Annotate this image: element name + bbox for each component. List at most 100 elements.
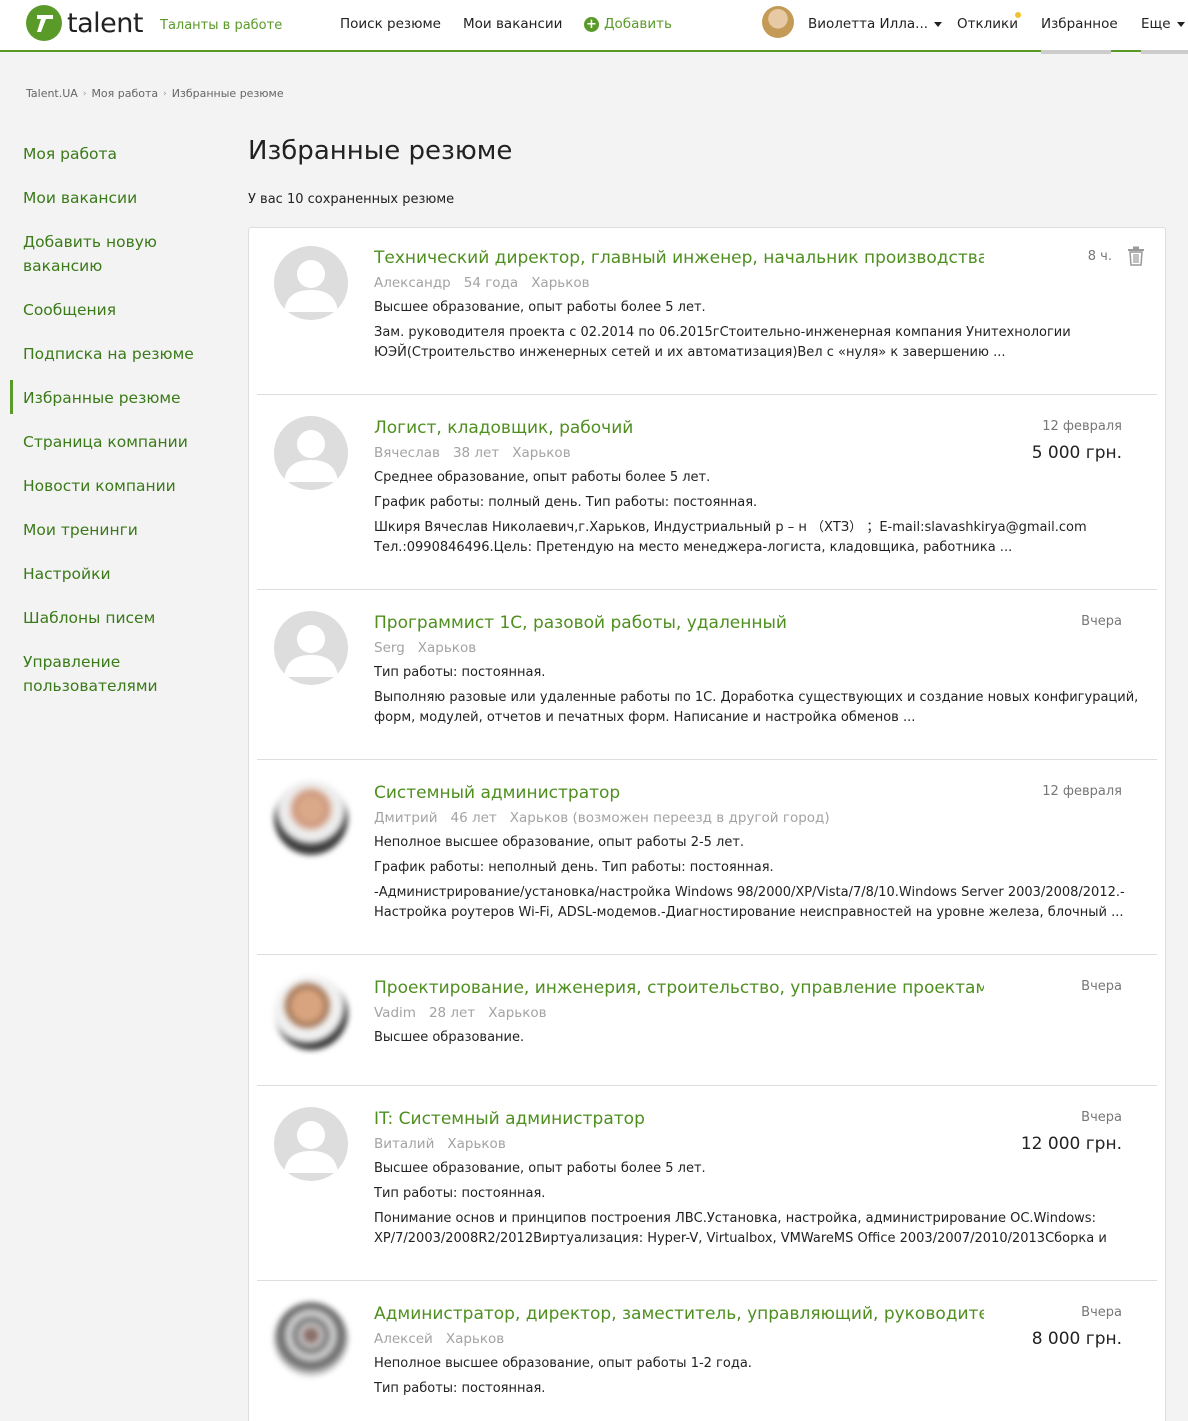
resume-meta: Вячеслав 38 лет Харьков <box>374 445 584 461</box>
candidate-photo <box>274 1302 348 1376</box>
nav-my-vacancies[interactable]: Мои вакансии <box>463 16 562 32</box>
resume-meta: Виталий Харьков <box>374 1136 519 1152</box>
resume-education: Высшее образование. <box>374 1030 525 1045</box>
candidate-city: Харьков <box>488 1005 547 1021</box>
breadcrumb-my-work[interactable]: Моя работа <box>91 87 158 100</box>
resume-education: Высшее образование, опыт работы более 5 … <box>374 300 706 315</box>
resume-card[interactable]: IT: Системный администратор Виталий Харьк… <box>257 1086 1157 1281</box>
resume-card[interactable]: Администратор, директор, заместитель, уп… <box>257 1281 1157 1421</box>
resume-meta: Vadim 28 лет Харьков <box>374 1005 560 1021</box>
candidate-city: Харьков (возможен переезд в другой город… <box>509 810 830 826</box>
user-menu[interactable]: Виолетта Илла... <box>808 16 943 32</box>
resume-schedule: Тип работы: постоянная. <box>374 1381 546 1396</box>
resume-salary: 12 000 грн. <box>1020 1134 1122 1154</box>
tagline: Таланты в работе <box>160 18 283 33</box>
resume-meta: Алексей Харьков <box>374 1331 517 1347</box>
resume-date: Вчера <box>1081 1305 1122 1320</box>
breadcrumb: Talent.UA › Моя работа › Избранные резюм… <box>26 87 284 100</box>
breadcrumb-home[interactable]: Talent.UA <box>26 87 78 100</box>
sidebar-item-favorite-resumes[interactable]: Избранные резюме <box>23 386 213 410</box>
nav-add-button[interactable]: + Добавить <box>584 16 672 32</box>
more-underline <box>1141 50 1188 54</box>
sidebar-active-indicator <box>10 380 13 414</box>
avatar-placeholder <box>274 416 348 490</box>
sidebar-item-messages[interactable]: Сообщения <box>23 298 213 322</box>
resume-summary: -Администрирование/установка/настройка W… <box>374 885 1125 920</box>
nav-add-label: Добавить <box>604 16 672 32</box>
candidate-name: Алексей <box>374 1331 433 1347</box>
plus-icon: + <box>584 16 599 32</box>
avatar-placeholder <box>274 1107 348 1181</box>
sidebar-item-add-vacancy[interactable]: Добавить новую вакансию <box>23 230 213 278</box>
resume-summary: Шкиря Вячеслав Николаевич,г.Харьков, Инд… <box>374 520 1087 555</box>
candidate-name: Vadim <box>374 1005 416 1021</box>
resume-list: Технический директор, главный инженер, н… <box>248 227 1166 1421</box>
nav-more[interactable]: Еще <box>1141 16 1185 32</box>
resume-title[interactable]: Проектирование, инженерия, строительство… <box>374 978 984 998</box>
logo-text: talent <box>67 7 143 39</box>
resume-summary: Понимание основ и принципов построения Л… <box>374 1211 1107 1246</box>
sidebar-item-company-page[interactable]: Страница компании <box>23 430 213 454</box>
candidate-age: 54 года <box>463 275 519 291</box>
sidebar-item-my-work[interactable]: Моя работа <box>23 142 213 166</box>
candidate-photo <box>274 976 348 1050</box>
nav-search-resume[interactable]: Поиск резюме <box>340 16 441 32</box>
resume-education: Неполное высшее образование, опыт работы… <box>374 835 745 850</box>
resume-title[interactable]: Технический директор, главный инженер, н… <box>374 248 984 268</box>
resume-schedule: График работы: полный день. Тип работы: … <box>374 495 758 510</box>
resume-card[interactable]: Программист 1С, разовой работы, удаленны… <box>257 590 1157 760</box>
resume-title[interactable]: Программист 1С, разовой работы, удаленны… <box>374 613 984 633</box>
resume-card[interactable]: Логист, кладовщик, рабочий Вячеслав 38 ле… <box>257 395 1157 590</box>
candidate-age: 46 лет <box>450 810 497 826</box>
candidate-city: Харьков <box>512 445 571 461</box>
sidebar-item-resume-subscription[interactable]: Подписка на резюме <box>23 342 213 366</box>
resume-title[interactable]: IT: Системный администратор <box>374 1109 984 1129</box>
favorites-underline <box>1041 50 1111 54</box>
resume-card[interactable]: Системный администратор Дмитрий 46 лет Хар… <box>257 760 1157 955</box>
resume-title[interactable]: Логист, кладовщик, рабочий <box>374 418 984 438</box>
sidebar-item-settings[interactable]: Настройки <box>23 562 213 586</box>
user-name: Виолетта Илла... <box>808 16 929 32</box>
sidebar-item-my-vacancies[interactable]: Мои вакансии <box>23 186 213 210</box>
breadcrumb-current: Избранные резюме <box>171 87 284 100</box>
candidate-photo <box>274 781 348 855</box>
sidebar-item-my-trainings[interactable]: Мои тренинги <box>23 518 213 542</box>
resume-card[interactable]: Проектирование, инженерия, строительство… <box>257 955 1157 1086</box>
top-header: talent Таланты в работе Поиск резюме Мои… <box>0 0 1188 52</box>
resume-schedule: Тип работы: постоянная. <box>374 1186 546 1201</box>
candidate-name: Александр <box>374 275 451 291</box>
saved-count: У вас 10 сохраненных резюме <box>248 192 455 207</box>
logo[interactable]: talent <box>26 5 143 41</box>
resume-schedule: График работы: неполный день. Тип работы… <box>374 860 774 875</box>
resume-summary: Выполняю разовые или удаленные работы по… <box>374 690 1139 725</box>
resume-date: Вчера <box>1081 1110 1122 1125</box>
resume-title[interactable]: Системный администратор <box>374 783 984 803</box>
nav-favorites[interactable]: Избранное <box>1041 16 1118 32</box>
nav-more-label: Еще <box>1141 16 1171 32</box>
candidate-age: 28 лет <box>428 1005 476 1021</box>
user-avatar[interactable] <box>762 6 794 38</box>
nav-responses[interactable]: Отклики <box>957 16 1018 32</box>
avatar-placeholder <box>274 611 348 685</box>
sidebar-item-company-news[interactable]: Новости компании <box>23 474 213 498</box>
resume-education: Неполное высшее образование, опыт работы… <box>374 1356 752 1371</box>
sidebar-item-letter-templates[interactable]: Шаблоны писем <box>23 606 213 630</box>
chevron-right-icon: › <box>163 88 167 99</box>
chevron-down-icon <box>934 21 943 27</box>
trash-icon[interactable] <box>1127 246 1145 266</box>
candidate-city: Харьков <box>417 640 477 656</box>
talent-logo-icon <box>26 5 62 41</box>
candidate-name: Дмитрий <box>374 810 438 826</box>
candidate-name: Виталий <box>374 1136 435 1152</box>
resume-title[interactable]: Администратор, директор, заместитель, уп… <box>374 1304 984 1324</box>
sidebar-item-user-management[interactable]: Управление пользователями <box>23 650 213 698</box>
candidate-name: Вячеслав <box>374 445 440 461</box>
candidate-city: Харьков <box>447 1136 506 1152</box>
resume-card[interactable]: Технический директор, главный инженер, н… <box>257 228 1157 395</box>
candidate-city: Харьков <box>531 275 590 291</box>
resume-education: Высшее образование, опыт работы более 5 … <box>374 1161 706 1176</box>
resume-date: Вчера <box>1081 979 1122 994</box>
notification-dot <box>1015 12 1021 18</box>
resume-date: 12 февраля <box>1042 784 1122 799</box>
resume-meta: Дмитрий 46 лет Харьков (возможен переезд в… <box>374 810 843 826</box>
